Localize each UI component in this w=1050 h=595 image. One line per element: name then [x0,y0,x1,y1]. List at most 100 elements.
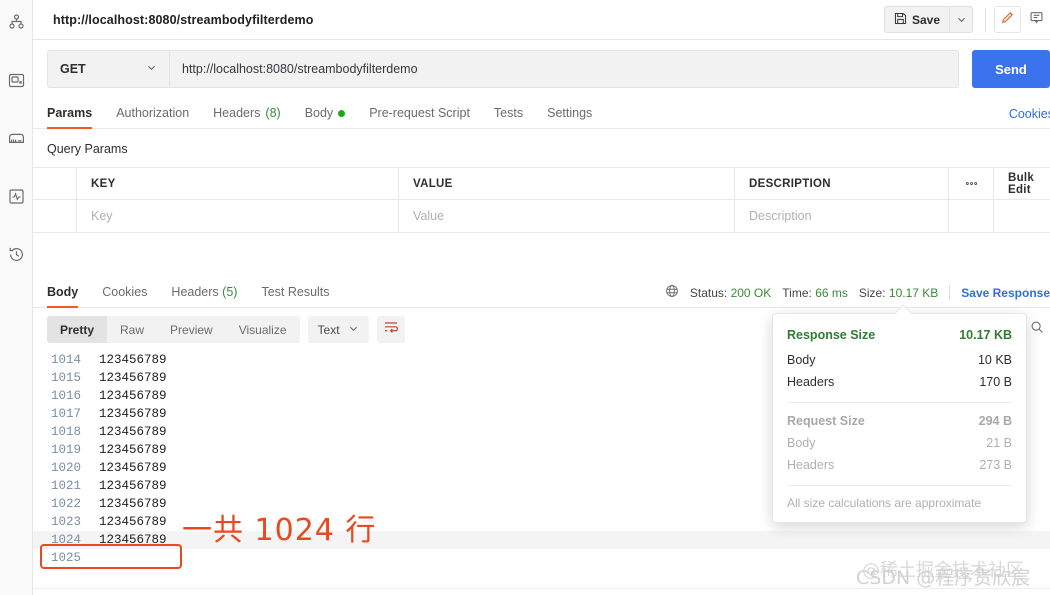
tab-authorization[interactable]: Authorization [104,106,201,128]
popup-request-body-label: Body [787,436,816,450]
format-select[interactable]: Text [307,316,369,343]
response-tab-cookies[interactable]: Cookies [90,285,159,307]
status-text: Status: 200 OK [690,286,771,300]
response-tab-headers-label: Headers [171,285,219,299]
bulk-edit-button[interactable]: Bulk Edit [994,168,1050,200]
save-label: Save [911,12,940,27]
postman-window: http://localhost:8080/streambodyfilterde… [0,0,1050,595]
popup-response-size-label: Response Size [787,328,876,342]
response-meta: Status: 200 OK Time: 66 ms Size: 10.17 K… [665,284,1050,307]
view-mode-visualize[interactable]: Visualize [226,316,300,343]
search-response-button[interactable] [1024,316,1050,343]
tab-body[interactable]: Body [293,106,358,128]
tab-headers[interactable]: Headers (8) [201,106,293,128]
line-number: 1018 [50,425,81,439]
line-text: 123456789 [99,515,167,529]
view-mode-pretty[interactable]: Pretty [47,316,108,343]
size-label: Size: [858,285,886,300]
save-response-button[interactable]: Save Response [961,286,1050,300]
line-number: 1023 [50,515,81,529]
tab-tests[interactable]: Tests [482,106,535,128]
horizontal-scrollbar[interactable] [33,588,1050,595]
topbar-actions: Save [883,0,1050,39]
line-number: 1021 [50,479,81,493]
popup-response-headers-label: Headers [787,375,835,389]
tab-body-label: Body [304,106,334,120]
line-number: 1015 [50,371,81,385]
view-mode-preview[interactable]: Preview [157,316,226,343]
line-number: 1019 [50,443,81,457]
query-params-title: Query Params [47,142,128,156]
globe-icon [665,284,679,301]
row-description-input[interactable]: Description [735,200,949,232]
mock-servers-icon[interactable] [0,118,33,158]
monitors-icon[interactable] [0,176,33,216]
comments-button[interactable] [1023,6,1050,33]
tab-settings[interactable]: Settings [535,106,604,128]
response-tabs: Body Cookies Headers (5) Test Results St… [33,277,1050,308]
line-text: 123456789 [99,497,167,511]
popup-response-headers-value: 170 B [979,375,1012,389]
popup-divider-2 [787,485,1012,486]
header-checkbox-cell [33,167,77,200]
code-line: 1025 [33,549,1050,567]
collections-icon[interactable] [0,2,33,42]
table-row: Key Value Description [33,200,1050,232]
response-tab-body[interactable]: Body [47,285,90,308]
line-1024-highlight-box [40,544,182,569]
cookies-link[interactable]: Cookies [1009,107,1050,121]
tab-params[interactable]: Params [47,106,104,129]
word-wrap-toggle[interactable] [376,316,405,343]
status-label: Status: [689,285,728,300]
save-button[interactable]: Save [883,6,949,33]
line-number: 1022 [50,497,81,511]
header-value: VALUE [399,167,735,200]
save-options-caret[interactable] [949,6,973,33]
popup-request-size-label: Request Size [787,414,865,428]
pencil-icon [1000,10,1015,30]
line-text: 123456789 [99,371,167,385]
http-method-select[interactable]: GET [47,50,169,88]
row-key-input[interactable]: Key [77,200,399,232]
url-input[interactable]: http://localhost:8080/streambodyfilterde… [169,50,959,88]
edit-request-button[interactable] [994,6,1021,33]
tab-pre-request-script[interactable]: Pre-request Script [357,106,482,128]
comment-icon [1029,10,1044,30]
row-checkbox-cell[interactable] [33,200,77,232]
response-tab-headers[interactable]: Headers (5) [159,285,249,307]
header-key: KEY [77,167,399,200]
request-title: http://localhost:8080/streambodyfilterde… [53,12,314,27]
status-value: 200 OK [730,285,772,300]
size-text[interactable]: Size: 10.17 KB [859,286,938,300]
popup-response-size-value: 10.17 KB [959,328,1012,342]
popup-request-headers-label: Headers [787,458,835,472]
time-text: Time: 66 ms [782,286,848,300]
url-bar: GET http://localhost:8080/streambodyfilt… [33,40,1050,98]
popup-request-headers-value: 273 B [979,458,1012,472]
line-text: 123456789 [99,461,167,475]
popup-response-body-row: Body 10 KB [787,349,1012,371]
toolbar-divider [985,7,986,32]
params-spacer [33,233,1050,277]
view-mode-group: Pretty Raw Preview Visualize [47,316,300,343]
history-icon[interactable] [0,234,33,274]
chevron-down-icon [348,323,359,337]
table-header-row: KEY VALUE DESCRIPTION Bulk Edit [33,167,1050,200]
body-present-dot-icon [338,109,346,117]
save-button-group: Save [883,6,973,33]
popup-request-headers-row: Headers 273 B [787,454,1012,476]
apis-icon[interactable] [0,60,33,100]
popup-request-body-row: Body 21 B [787,432,1012,454]
response-tab-test-results[interactable]: Test Results [249,285,341,307]
request-tabs: Params Authorization Headers (8) Body Pr… [33,98,1050,129]
line-text: 123456789 [99,479,167,493]
send-button[interactable]: Send [972,50,1050,88]
row-value-input[interactable]: Value [399,200,735,232]
tab-pre-request-script-label: Pre-request Script [369,106,470,120]
popup-footnote: All size calculations are approximate [787,496,982,510]
view-mode-raw[interactable]: Raw [107,316,157,343]
line-text: 123456789 [99,353,167,367]
floppy-disk-icon [894,12,907,28]
table-options-icon[interactable] [949,167,994,200]
line-text: 123456789 [99,407,167,421]
